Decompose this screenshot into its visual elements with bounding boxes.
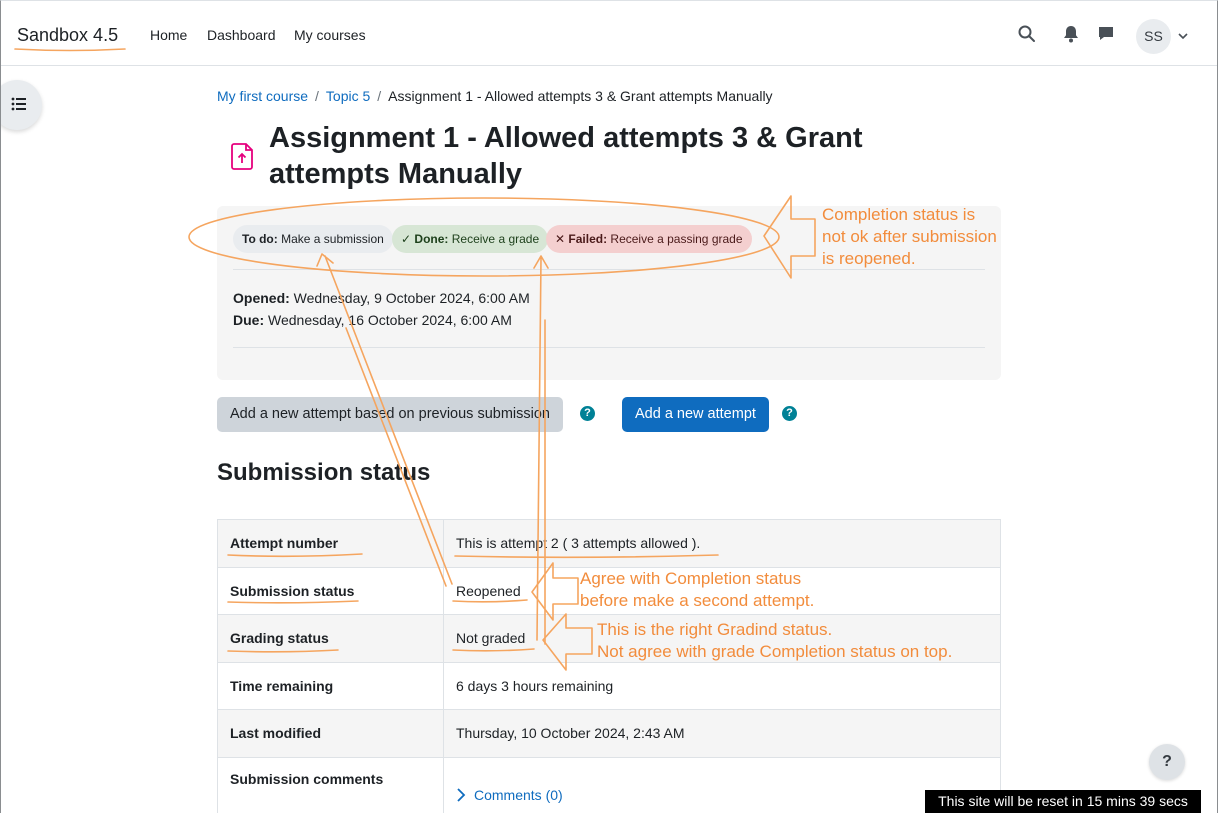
add-new-attempt-button[interactable]: Add a new attempt	[622, 397, 769, 432]
row-label: Grading status	[217, 614, 444, 663]
row-value: This is attempt 2 ( 3 attempts allowed )…	[443, 519, 1001, 568]
breadcrumb-separator: /	[377, 88, 382, 104]
help-icon[interactable]: ?	[782, 406, 797, 421]
row-label: Submission comments	[217, 756, 444, 813]
chevron-down-icon[interactable]	[1176, 29, 1190, 43]
add-attempt-previous-button[interactable]: Add a new attempt based on previous subm…	[217, 397, 563, 432]
comments-toggle-link[interactable]: Comments (0)	[456, 787, 563, 803]
comments-link-label: Comments (0)	[474, 786, 563, 803]
row-value: Comments (0)	[443, 756, 1001, 813]
help-icon[interactable]: ?	[580, 406, 595, 421]
row-label: Time remaining	[217, 661, 444, 710]
search-icon[interactable]	[1017, 24, 1037, 44]
annotation-line: This is the right Gradind status.	[597, 620, 833, 639]
course-index-toggle[interactable]	[0, 80, 42, 130]
annotation-line: is reopened.	[822, 249, 916, 268]
annotation-completion-note: Completion status is not ok after submis…	[822, 204, 997, 270]
breadcrumb-topic[interactable]: Topic 5	[326, 88, 370, 104]
completion-todo-label: To do:	[242, 232, 278, 246]
site-reset-notice: This site will be reset in 15 mins 39 se…	[925, 790, 1201, 813]
breadcrumb-separator: /	[315, 88, 319, 104]
completion-todo-badge: To do: Make a submission	[233, 225, 393, 253]
opened-date: Opened: Wednesday, 9 October 2024, 6:00 …	[233, 290, 530, 306]
nav-home[interactable]: Home	[150, 27, 187, 43]
completion-todo-text: Make a submission	[281, 232, 384, 246]
table-row: Submission comments Comments (0)	[217, 756, 1001, 813]
breadcrumb-course[interactable]: My first course	[217, 88, 308, 104]
row-value: 6 days 3 hours remaining	[443, 661, 1001, 710]
footer-help-button[interactable]: ?	[1149, 744, 1185, 780]
annotation-line: not ok after submission	[822, 227, 997, 246]
breadcrumb-current: Assignment 1 - Allowed attempts 3 & Gran…	[388, 88, 773, 104]
row-value: Thursday, 10 October 2024, 2:43 AM	[443, 709, 1001, 758]
nav-dashboard[interactable]: Dashboard	[207, 27, 276, 43]
completion-failed-label: Failed:	[568, 232, 608, 246]
annotation-line: before make a second attempt.	[580, 591, 815, 610]
top-navbar: Sandbox 4.5 Home Dashboard My courses SS	[0, 0, 1218, 66]
submission-status-heading: Submission status	[217, 459, 431, 486]
completion-done-text: Receive a grade	[451, 232, 540, 246]
page-title: Assignment 1 - Allowed attempts 3 & Gran…	[269, 122, 863, 190]
assignment-upload-icon	[230, 141, 256, 171]
cross-icon: ✕	[555, 232, 566, 246]
row-label: Last modified	[217, 709, 444, 758]
annotation-line: Agree with Completion status	[580, 569, 802, 588]
user-avatar[interactable]: SS	[1136, 19, 1171, 54]
list-icon	[11, 97, 26, 111]
completion-failed-text: Receive a passing grade	[610, 232, 743, 246]
messages-icon[interactable]	[1097, 24, 1117, 44]
submission-status-table: Attempt number This is attempt 2 ( 3 att…	[217, 519, 1001, 813]
annotation-agree-note: Agree with Completion status before make…	[580, 568, 814, 612]
site-brand[interactable]: Sandbox 4.5	[17, 25, 118, 46]
row-label: Submission status	[217, 566, 444, 615]
breadcrumb: My first course / Topic 5 / Assignment 1 - A…	[217, 88, 773, 104]
table-row: Time remaining 6 days 3 hours remaining	[217, 661, 1001, 710]
completion-done-badge: ✓ Done: Receive a grade	[392, 225, 549, 253]
chevron-right-icon	[457, 787, 466, 802]
completion-done-label: Done:	[414, 232, 449, 246]
annotation-grading-note: This is the right Gradind status. Not ag…	[597, 619, 952, 663]
row-label: Attempt number	[217, 519, 444, 568]
due-date: Due: Wednesday, 16 October 2024, 6:00 AM	[233, 312, 512, 328]
table-row: Attempt number This is attempt 2 ( 3 att…	[217, 519, 1001, 568]
annotation-line: Not agree with grade Completion status o…	[597, 642, 953, 661]
due-value: Wednesday, 16 October 2024, 6:00 AM	[268, 312, 512, 328]
due-label: Due:	[233, 312, 265, 328]
nav-my-courses[interactable]: My courses	[294, 27, 366, 43]
completion-failed-badge: ✕ Failed: Receive a passing grade	[546, 225, 752, 253]
opened-value: Wednesday, 9 October 2024, 6:00 AM	[293, 290, 530, 306]
table-row: Last modified Thursday, 10 October 2024,…	[217, 709, 1001, 758]
bell-icon[interactable]	[1062, 24, 1082, 44]
annotation-line: Completion status is	[822, 205, 976, 224]
divider	[233, 347, 985, 348]
check-icon: ✓	[401, 232, 412, 246]
opened-label: Opened:	[233, 290, 290, 306]
